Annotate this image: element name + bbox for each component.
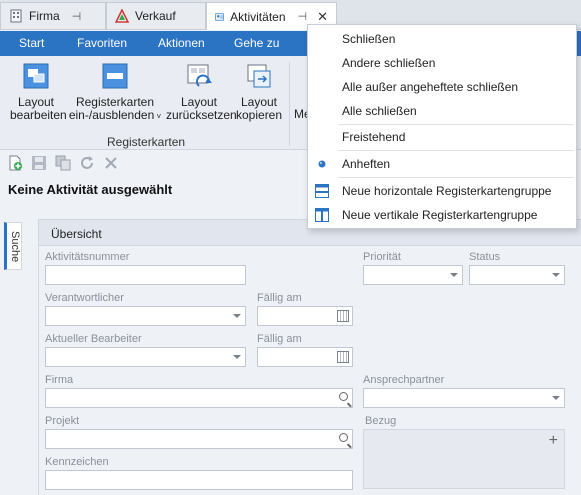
field-label: Fällig am (257, 333, 302, 345)
ribbon-group-label: Registerkarten (107, 135, 186, 149)
ribbon-tab-start[interactable]: Start (19, 31, 44, 56)
ribbon-tab-favoriten[interactable]: Favoriten (77, 31, 127, 56)
search-icon[interactable] (339, 433, 348, 442)
side-tab-suche[interactable]: Suche (4, 222, 22, 270)
registerkarten-ein-ausblenden-button[interactable]: Registerkarten ein-/ausblenden ˅ (68, 62, 162, 123)
chevron-down-icon (552, 273, 560, 277)
vertical-split-icon (315, 208, 329, 222)
button-label-line2: bearbeiten (10, 108, 67, 122)
form-panel: Übersicht Aktivitätsnummer Priorität Sta… (38, 219, 581, 495)
ribbon-tab-gehe-zu[interactable]: Gehe zu (234, 31, 279, 56)
chevron-down-icon: ˅ (154, 112, 162, 121)
field-label: Projekt (45, 415, 80, 427)
chevron-down-icon (233, 355, 241, 359)
chevron-down-icon (233, 314, 241, 318)
field-label: Firma (45, 374, 74, 386)
menu-item-schliessen[interactable]: Schließen (308, 28, 576, 50)
menu-item-alle-ausser-angeheftete-schliessen[interactable]: Alle außer angeheftete schließen (308, 76, 576, 98)
menu-separator (338, 177, 574, 178)
verantwortlicher-select[interactable] (45, 306, 246, 326)
aktueller-bearbeiter-select[interactable] (45, 347, 246, 367)
refresh-icon[interactable] (79, 155, 95, 171)
menu-item-label: Alle außer angeheftete schließen (342, 80, 519, 94)
horizontal-split-icon (315, 184, 329, 198)
search-icon[interactable] (339, 392, 348, 401)
menu-item-anheften[interactable]: Anheften (308, 153, 576, 175)
status-select[interactable] (469, 265, 565, 285)
layout-kopieren-button[interactable]: Layout kopieren (236, 62, 282, 122)
doc-tab-verkauf[interactable]: Verkauf (106, 2, 206, 29)
button-label-line2: kopieren (236, 108, 283, 122)
menu-item-label: Alle schließen (342, 104, 417, 118)
prioritaet-select[interactable] (363, 265, 463, 285)
layout-copy-icon (247, 64, 271, 88)
radio-dot-icon (318, 160, 326, 168)
calendar-icon[interactable] (337, 310, 349, 322)
menu-item-neue-horizontale-gruppe[interactable]: Neue horizontale Registerkartengruppe (308, 180, 576, 202)
layout-zuruecksetzen-button[interactable]: Layout zurücksetzen (166, 62, 237, 122)
ribbon-separator (289, 62, 290, 146)
menu-item-alle-schliessen[interactable]: Alle schließen (308, 100, 576, 122)
menu-item-label: Andere schließen (342, 56, 436, 70)
field-label: Aktueller Bearbeiter (45, 333, 142, 345)
field-label: Status (469, 251, 501, 263)
menu-item-neue-vertikale-gruppe[interactable]: Neue vertikale Registerkartengruppe (308, 204, 576, 226)
menu-item-label: Anheften (342, 157, 391, 171)
firma-lookup[interactable] (45, 388, 353, 408)
chevron-down-icon (450, 273, 458, 277)
ribbon-tab-aktionen[interactable]: Aktionen (158, 31, 205, 56)
page-title: Keine Aktivität ausgewählt (8, 182, 173, 197)
bezug-list[interactable]: + (363, 429, 565, 489)
field-label: Kennzeichen (45, 456, 109, 468)
contact-card-icon (215, 12, 224, 21)
kennzeichen-input[interactable] (45, 470, 353, 490)
side-tab-label: Suche (9, 231, 21, 263)
aktivitaetsnummer-input[interactable] (45, 265, 246, 285)
menu-item-andere-schliessen[interactable]: Andere schließen (308, 52, 576, 74)
menu-item-label: Neue horizontale Registerkartengruppe (342, 184, 552, 198)
menu-item-label: Freistehend (342, 130, 406, 144)
add-icon[interactable]: + (549, 432, 558, 450)
pin-icon[interactable]: ⊣ (72, 10, 82, 23)
tabs-toggle-icon (102, 63, 128, 89)
close-icon[interactable]: ✕ (317, 9, 328, 25)
field-label: Ansprechpartner (363, 374, 445, 386)
layout-bearbeiten-button[interactable]: Layout bearbeiten (10, 62, 67, 122)
new-document-icon[interactable] (7, 155, 23, 171)
menu-item-label: Schließen (342, 32, 396, 46)
field-label: Aktivitätsnummer (45, 251, 130, 263)
section-title: Übersicht (51, 227, 102, 241)
button-label-line2: zurücksetzen (166, 108, 237, 122)
doc-tab-label: Firma (29, 9, 60, 23)
pin-icon[interactable]: ⊣ (298, 10, 308, 23)
field-label: Bezug (365, 415, 397, 427)
doc-tab-label: Verkauf (135, 9, 176, 23)
tab-context-menu: Schließen Andere schließen Alle außer an… (307, 24, 577, 229)
save-icon[interactable] (31, 155, 47, 171)
menu-separator (338, 124, 574, 125)
delete-icon[interactable] (103, 155, 119, 171)
faellig-am-date-1[interactable] (257, 306, 353, 326)
faellig-am-date-2[interactable] (257, 347, 353, 367)
menu-item-label: Neue vertikale Registerkartengruppe (342, 208, 538, 222)
field-label: Fällig am (257, 292, 302, 304)
triangle-icon (115, 9, 129, 23)
chevron-down-icon (552, 396, 560, 400)
menu-separator (338, 150, 574, 151)
doc-tab-label: Aktivitäten (230, 9, 286, 24)
doc-tab-firma[interactable]: Firma ⊣ (0, 2, 106, 29)
button-label-line2: ein-/ausblenden (68, 108, 155, 122)
menu-item-freistehend[interactable]: Freistehend (308, 126, 576, 148)
copy-icon[interactable] (55, 155, 71, 171)
building-icon (10, 9, 22, 23)
field-label: Verantwortlicher (45, 292, 124, 304)
layout-edit-icon (23, 63, 49, 89)
ansprechpartner-select[interactable] (363, 388, 565, 408)
calendar-icon[interactable] (337, 351, 349, 363)
field-label: Priorität (363, 251, 401, 263)
layout-reset-icon (187, 64, 212, 87)
projekt-lookup[interactable] (45, 429, 353, 449)
